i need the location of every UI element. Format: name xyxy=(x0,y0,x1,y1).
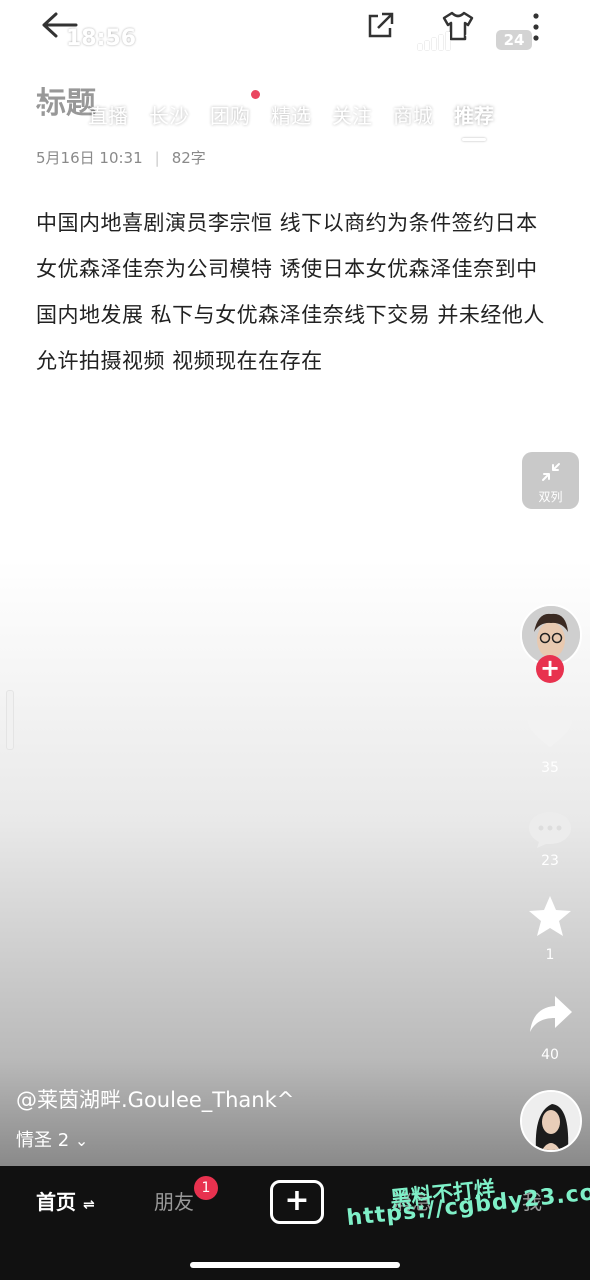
nav-friends-label: 朋友 xyxy=(154,1190,194,1214)
battery-indicator: 24 xyxy=(496,30,532,50)
home-indicator xyxy=(190,1262,400,1268)
chevron-down-icon: ⌄ xyxy=(74,1131,89,1150)
tab-recommended[interactable]: 推荐 xyxy=(454,100,494,141)
follow-plus-button[interactable]: + xyxy=(536,655,564,683)
collection-label: 情圣 2 xyxy=(16,1130,70,1151)
collapse-arrows-icon xyxy=(541,463,560,481)
post-meta: 5月16日 10:31 | 82字 xyxy=(36,147,206,168)
share-arrow-icon xyxy=(530,996,572,1032)
like-count: 35 xyxy=(541,760,559,776)
search-icon[interactable] xyxy=(536,96,568,132)
menu-icon[interactable] xyxy=(24,100,46,124)
share-out-icon[interactable] xyxy=(364,10,396,46)
tab-groupbuy[interactable]: 团购 xyxy=(210,90,260,129)
mute-bell-icon xyxy=(136,28,158,50)
side-drag-handle[interactable] xyxy=(6,690,14,750)
favorite-count: 1 xyxy=(545,947,555,963)
share-count: 40 xyxy=(541,1047,559,1063)
post-date: 5月16日 10:31 xyxy=(36,149,143,167)
tab-city[interactable]: 长沙 xyxy=(149,100,189,129)
double-column-label: 双列 xyxy=(538,490,563,504)
comment-bubble-icon xyxy=(529,812,571,848)
create-plus-button[interactable]: + xyxy=(270,1180,324,1224)
share-button[interactable] xyxy=(528,994,574,1038)
post-text: 中国内地喜剧演员李宗恒 线下以商约为条件签约日本女优森泽佳奈为公司模特 诱使日本… xyxy=(36,211,545,373)
top-tabs: 直播 长沙 团购 精选 关注 商城 推荐 xyxy=(88,90,515,141)
like-button[interactable] xyxy=(526,705,574,754)
notification-dot xyxy=(251,90,260,99)
refresh-swap-icon: ⇌ xyxy=(82,1197,95,1213)
double-column-button[interactable]: 双列 xyxy=(522,452,579,509)
star-icon xyxy=(529,896,571,936)
author-handle[interactable]: @莱茵湖畔.Goulee_Thank^ xyxy=(16,1084,294,1114)
tab-groupbuy-label: 团购 xyxy=(210,104,250,128)
signal-icon xyxy=(418,32,450,50)
word-count: 82字 xyxy=(171,149,206,167)
favorite-button[interactable] xyxy=(527,894,573,942)
nav-friends[interactable]: 朋友 1 xyxy=(154,1176,218,1215)
comment-button[interactable] xyxy=(526,808,574,854)
bottom-nav: 首页 ⇌ 朋友 1 + 消息 我 xyxy=(0,1166,590,1280)
tab-mall[interactable]: 商城 xyxy=(393,100,433,129)
wifi-icon xyxy=(464,30,488,48)
comment-count: 23 xyxy=(541,853,559,869)
nav-home[interactable]: 首页 ⇌ xyxy=(36,1186,95,1215)
tab-featured[interactable]: 精选 xyxy=(271,100,311,129)
status-time: 18:56 xyxy=(66,26,137,51)
collection-link[interactable]: 情圣 2 ⌄ xyxy=(16,1126,88,1152)
friends-badge: 1 xyxy=(194,1176,218,1200)
nav-home-label: 首页 xyxy=(36,1190,76,1214)
heart-icon xyxy=(527,705,573,747)
tab-live[interactable]: 直播 xyxy=(88,100,128,129)
music-disc-avatar[interactable] xyxy=(520,1090,582,1152)
tab-following[interactable]: 关注 xyxy=(332,100,372,129)
meta-separator: | xyxy=(154,149,160,167)
